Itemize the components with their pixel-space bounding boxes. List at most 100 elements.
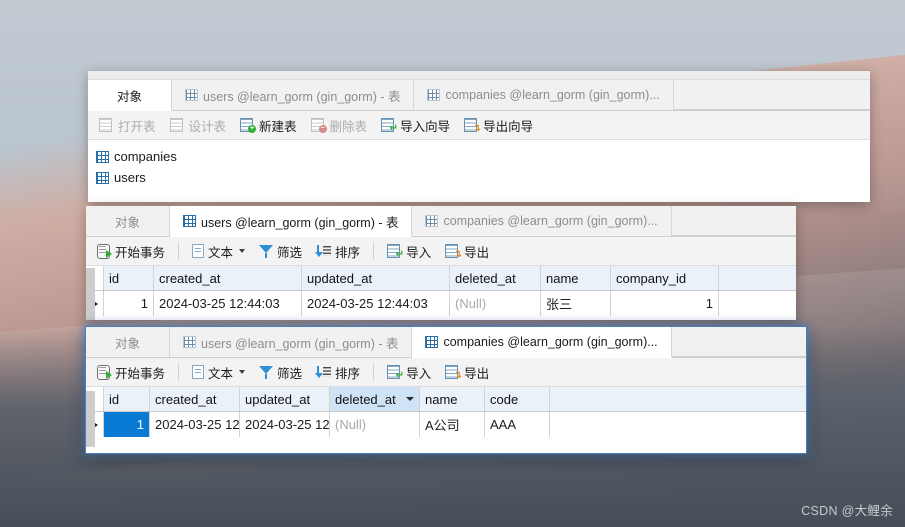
list-item[interactable]: users bbox=[96, 167, 870, 188]
cell-created-at[interactable]: 2024-03-25 12:44:03 bbox=[154, 291, 302, 316]
export-button[interactable]: ↴ 导出 bbox=[439, 361, 495, 384]
cell-code[interactable]: AAA bbox=[485, 412, 550, 437]
text-button[interactable]: 文本 bbox=[186, 240, 251, 263]
new-table-button[interactable]: + 新建表 bbox=[234, 114, 303, 137]
begin-transaction-button[interactable]: 开始事务 bbox=[91, 240, 171, 263]
sort-icon bbox=[315, 244, 332, 258]
chevron-down-icon[interactable] bbox=[239, 249, 246, 253]
column-header-id[interactable]: id bbox=[104, 387, 150, 411]
cell-updated-at[interactable]: 2024-03-25 12: bbox=[240, 412, 330, 437]
tab-bar[interactable]: 对象 users @learn_gorm (gin_gorm) - 表 comp… bbox=[88, 80, 870, 111]
column-header-deleted-at[interactable]: deleted_at bbox=[450, 266, 541, 290]
tab-users-table[interactable]: users @learn_gorm (gin_gorm) - 表 bbox=[170, 327, 413, 357]
tab-label: 对象 bbox=[116, 89, 142, 104]
open-table-button[interactable]: 打开表 bbox=[93, 114, 162, 137]
users-table-window[interactable]: 对象 users @learn_gorm (gin_gorm) - 表 comp… bbox=[86, 206, 796, 320]
cell-company-id[interactable]: 1 bbox=[611, 291, 719, 316]
data-toolbar[interactable]: 开始事务 文本 筛选 排序 ↵ 导入 ↴ 导出 bbox=[86, 358, 806, 387]
tab-bar[interactable]: 对象 users @learn_gorm (gin_gorm) - 表 comp… bbox=[86, 327, 806, 358]
sort-button[interactable]: 排序 bbox=[310, 361, 366, 384]
tab-users-table[interactable]: users @learn_gorm (gin_gorm) - 表 bbox=[170, 206, 413, 237]
grid-icon bbox=[183, 336, 196, 348]
tab-label: companies @learn_gorm (gin_gorm)... bbox=[443, 214, 658, 228]
column-header-created-at[interactable]: created_at bbox=[154, 266, 302, 290]
window-titlebar[interactable] bbox=[88, 71, 870, 80]
export-button[interactable]: ↴ 导出 bbox=[439, 240, 495, 263]
tab-label: companies @learn_gorm (gin_gorm)... bbox=[445, 88, 660, 102]
cell-name[interactable]: 张三 bbox=[541, 291, 611, 316]
column-header-code[interactable]: code bbox=[485, 387, 550, 411]
text-button[interactable]: 文本 bbox=[186, 361, 251, 384]
tab-users-table[interactable]: users @learn_gorm (gin_gorm) - 表 bbox=[172, 80, 415, 110]
column-header-updated-at[interactable]: updated_at bbox=[302, 266, 450, 290]
toolbar-separator bbox=[373, 242, 375, 260]
cell-id[interactable]: 1 bbox=[104, 412, 150, 437]
button-label: 筛选 bbox=[277, 245, 303, 260]
cell-created-at[interactable]: 2024-03-25 12 bbox=[150, 412, 240, 437]
list-item[interactable]: companies bbox=[96, 146, 870, 167]
column-header-created-at[interactable]: created_at bbox=[150, 387, 240, 411]
column-header-name[interactable]: name bbox=[420, 387, 485, 411]
watermark: CSDN @大鲤余 bbox=[801, 504, 893, 518]
object-toolbar[interactable]: 打开表 设计表 + 新建表 − 删除表 ↵ 导入向导 ↴ 导出向导 bbox=[88, 111, 870, 140]
tab-label: users @learn_gorm (gin_gorm) - 表 bbox=[201, 336, 399, 351]
export-wizard-icon: ↴ bbox=[464, 118, 481, 134]
cell-deleted-at[interactable]: (Null) bbox=[330, 412, 420, 437]
vertical-scroll-sliver[interactable] bbox=[86, 268, 95, 320]
sort-button[interactable]: 排序 bbox=[310, 240, 366, 263]
chevron-down-icon[interactable] bbox=[406, 397, 414, 401]
tab-label: companies @learn_gorm (gin_gorm)... bbox=[443, 335, 658, 349]
delete-table-button[interactable]: − 删除表 bbox=[305, 114, 374, 137]
column-header-name[interactable]: name bbox=[541, 266, 611, 290]
table-row[interactable]: 1 2024-03-25 12 2024-03-25 12: (Null) A公… bbox=[86, 412, 806, 437]
export-wizard-button[interactable]: ↴ 导出向导 bbox=[458, 114, 539, 137]
table-row[interactable]: 1 2024-03-25 12:44:03 2024-03-25 12:44:0… bbox=[86, 291, 796, 316]
column-header-company-id[interactable]: company_id bbox=[611, 266, 719, 290]
design-table-button[interactable]: 设计表 bbox=[164, 114, 233, 137]
import-wizard-button[interactable]: ↵ 导入向导 bbox=[375, 114, 456, 137]
button-label: 导出向导 bbox=[483, 119, 534, 134]
button-label: 文本 bbox=[208, 366, 234, 381]
object-browser-window[interactable]: 对象 users @learn_gorm (gin_gorm) - 表 comp… bbox=[88, 71, 870, 202]
data-toolbar[interactable]: 开始事务 文本 筛选 排序 ↵ 导入 ↴ 导出 bbox=[86, 237, 796, 266]
tab-bar-filler bbox=[671, 327, 806, 357]
tab-label: 对象 bbox=[114, 215, 140, 230]
tab-objects[interactable]: 对象 bbox=[88, 80, 172, 111]
data-grid[interactable]: id created_at updated_at deleted_at name… bbox=[86, 387, 806, 437]
tab-companies-table[interactable]: companies @learn_gorm (gin_gorm)... bbox=[412, 206, 672, 236]
desktop-background: 对象 users @learn_gorm (gin_gorm) - 表 comp… bbox=[0, 0, 905, 527]
begin-transaction-button[interactable]: 开始事务 bbox=[91, 361, 171, 384]
cell-id[interactable]: 1 bbox=[104, 291, 154, 316]
column-header-updated-at[interactable]: updated_at bbox=[240, 387, 330, 411]
button-label: 导出 bbox=[464, 366, 490, 381]
button-label: 开始事务 bbox=[115, 245, 166, 260]
tab-bar[interactable]: 对象 users @learn_gorm (gin_gorm) - 表 comp… bbox=[86, 206, 796, 237]
tab-companies-table[interactable]: companies @learn_gorm (gin_gorm)... bbox=[414, 80, 674, 110]
cell-updated-at[interactable]: 2024-03-25 12:44:03 bbox=[302, 291, 450, 316]
data-grid[interactable]: id created_at updated_at deleted_at name… bbox=[86, 266, 796, 316]
vertical-scroll-sliver[interactable] bbox=[86, 391, 95, 447]
object-list[interactable]: companies users bbox=[88, 140, 870, 196]
filter-icon bbox=[259, 244, 274, 258]
grid-icon bbox=[185, 89, 198, 101]
button-label: 新建表 bbox=[259, 119, 297, 134]
tab-companies-table[interactable]: companies @learn_gorm (gin_gorm)... bbox=[412, 327, 672, 358]
new-table-icon: + bbox=[240, 118, 257, 133]
import-button[interactable]: ↵ 导入 bbox=[381, 240, 437, 263]
button-label: 开始事务 bbox=[115, 366, 166, 381]
cell-deleted-at[interactable]: (Null) bbox=[450, 291, 541, 316]
chevron-down-icon[interactable] bbox=[239, 370, 246, 374]
filter-button[interactable]: 筛选 bbox=[253, 361, 308, 384]
column-header-deleted-at[interactable]: deleted_at bbox=[330, 387, 420, 411]
grid-header-row: id created_at updated_at deleted_at name… bbox=[86, 387, 806, 412]
tab-objects[interactable]: 对象 bbox=[86, 327, 170, 357]
cell-name[interactable]: A公司 bbox=[420, 412, 485, 437]
filter-button[interactable]: 筛选 bbox=[253, 240, 308, 263]
button-label: 打开表 bbox=[118, 119, 156, 134]
companies-table-window[interactable]: 对象 users @learn_gorm (gin_gorm) - 表 comp… bbox=[86, 327, 806, 453]
tab-objects[interactable]: 对象 bbox=[86, 206, 170, 236]
column-header-id[interactable]: id bbox=[104, 266, 154, 290]
button-label: 设计表 bbox=[188, 119, 227, 134]
column-header-filler bbox=[719, 266, 796, 290]
import-button[interactable]: ↵ 导入 bbox=[381, 361, 437, 384]
